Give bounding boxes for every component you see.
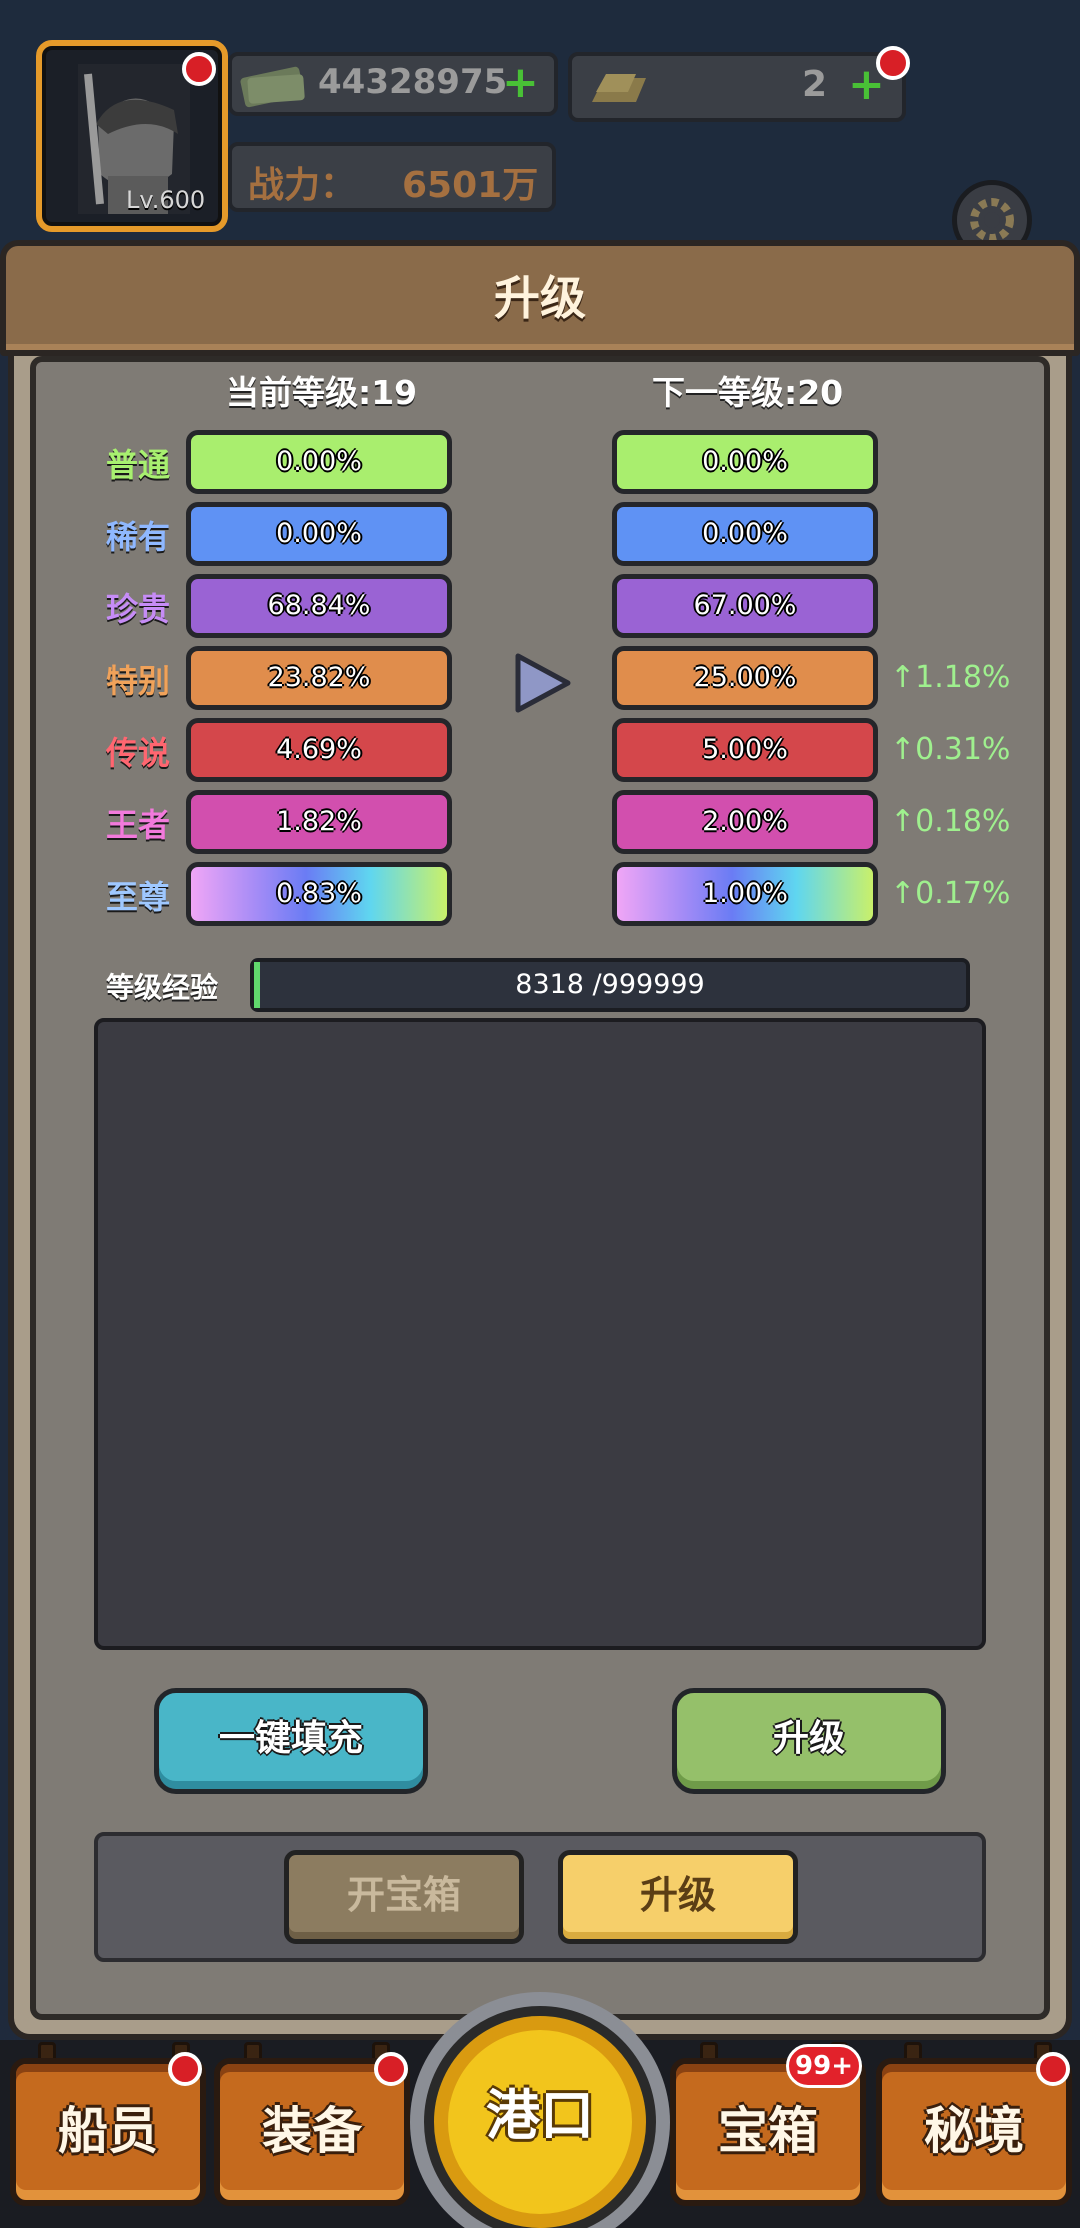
tier-label: 王者 [106,806,171,844]
tier-current-value: 23.82% [186,646,452,710]
power-bar: 战力： 6501万 [228,142,556,212]
exp-progress-fill [254,962,260,1008]
nav-port-button[interactable]: 港口 [424,2006,656,2228]
crew-notification-dot [168,2052,202,2086]
tab-open-chest[interactable]: 开宝箱 [284,1850,524,1944]
tier-label: 传说 [106,734,171,772]
exp-label: 等级经验 [106,971,219,1004]
exp-text: 8318 /999999 [515,969,705,1000]
tier-delta: ↑0.31% [890,732,1011,767]
tier-next-value: 1.00% [612,862,878,926]
tier-current-value: 0.00% [186,502,452,566]
tier-next-value: 2.00% [612,790,878,854]
tier-label: 珍贵 [106,590,171,628]
play-arrow-icon [515,653,571,713]
cash-icon [240,66,305,108]
money-value: 44328975 [318,62,508,102]
gold-bar-icon [592,74,646,102]
gold-notification-dot [876,46,910,80]
equipment-notification-dot [374,2052,408,2086]
tier-next-value: 0.00% [612,502,878,566]
tier-label: 稀有 [106,518,171,556]
power-value: 6501万 [402,165,539,206]
tier-next-value: 25.00% [612,646,878,710]
panel-title: 升级 [494,271,586,325]
tier-delta: ↑0.18% [890,804,1011,839]
tier-next-value: 5.00% [612,718,878,782]
secret-realm-notification-dot [1036,2052,1070,2086]
gold-value: 2 [802,64,828,105]
tier-current-value: 1.82% [186,790,452,854]
upgrade-button[interactable]: 升级 [672,1688,946,1794]
panel-tab-strip [94,1832,986,1962]
tab-upgrade[interactable]: 升级 [558,1850,798,1944]
money-bar: 44328975 + [228,52,558,116]
avatar-notification-dot [182,52,216,86]
tier-next-value: 67.00% [612,574,878,638]
tier-next-value: 0.00% [612,430,878,494]
tier-label: 至尊 [106,878,171,916]
tier-current-value: 0.83% [186,862,452,926]
tier-delta: ↑0.17% [890,876,1011,911]
settings-gear-glyph [970,198,1014,242]
item-slot-area[interactable] [94,1018,986,1650]
next-level-label: 下一等级:20 [652,373,844,412]
exp-progress-bar: 8318 /999999 [250,958,970,1012]
current-level-label: 当前等级:19 [226,373,418,412]
chest-count-badge: 99+ [786,2044,862,2088]
tier-current-value: 4.69% [186,718,452,782]
add-money-plus-icon[interactable]: + [502,61,539,105]
tier-label: 普通 [106,446,171,484]
tier-current-value: 0.00% [186,430,452,494]
one-click-fill-button[interactable]: 一键填充 [154,1688,428,1794]
tier-delta: ↑1.18% [890,660,1011,695]
gold-bar: 2 + [568,52,906,122]
tier-label: 特别 [106,662,171,700]
tier-current-value: 68.84% [186,574,452,638]
power-label: 战力： [248,165,357,206]
avatar-level: Lv.600 [126,186,206,214]
